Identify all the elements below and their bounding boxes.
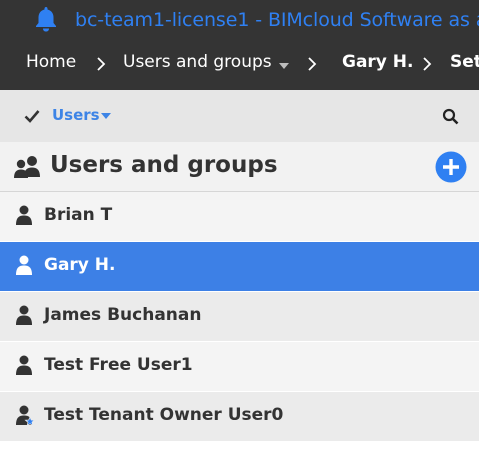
breadcrumb-home[interactable]: Home	[26, 52, 76, 72]
window-title-bar: bc-team1-license1 - BIMcloud Software as…	[0, 0, 479, 38]
caret-down-icon[interactable]	[279, 63, 289, 69]
user-name: Brian T	[44, 205, 113, 225]
caret-down-icon[interactable]	[101, 113, 111, 119]
chevron-right-icon	[423, 57, 432, 71]
chevron-right-icon	[97, 57, 106, 71]
check-icon[interactable]	[24, 109, 40, 123]
user-icon	[16, 305, 32, 325]
bell-icon[interactable]	[33, 5, 59, 33]
list-item[interactable]: Brian T	[0, 192, 479, 242]
list-item[interactable]: James Buchanan	[0, 292, 479, 342]
owner-user-icon	[16, 405, 35, 427]
plus-circle-icon[interactable]	[435, 151, 467, 183]
users-and-groups-header: Users and groups	[0, 142, 479, 192]
user-name: Test Free User1	[44, 355, 193, 375]
users-filter-dropdown[interactable]: Users	[52, 106, 100, 124]
user-name: James Buchanan	[44, 305, 202, 325]
breadcrumb-users-and-groups[interactable]: Users and groups	[123, 52, 272, 72]
window-title: bc-team1-license1 - BIMcloud Software as…	[75, 9, 479, 31]
user-icon	[16, 205, 32, 225]
list-item[interactable]: Gary H.	[0, 242, 479, 292]
list-item[interactable]: Test Tenant Owner User0	[0, 392, 479, 442]
chevron-right-icon	[308, 57, 317, 71]
breadcrumb: Home Users and groups Gary H. Set	[0, 38, 479, 90]
filter-toolbar: Users	[0, 90, 479, 142]
user-list: Brian T Gary H. James Buchanan Test Free…	[0, 192, 479, 442]
users-group-icon	[14, 156, 40, 178]
search-icon[interactable]	[442, 108, 459, 125]
page-title: Users and groups	[50, 152, 278, 178]
user-name: Gary H.	[44, 255, 116, 275]
user-icon	[16, 255, 32, 275]
list-item[interactable]: Test Free User1	[0, 342, 479, 392]
breadcrumb-user[interactable]: Gary H.	[342, 52, 414, 72]
user-icon	[16, 355, 32, 375]
user-name: Test Tenant Owner User0	[44, 405, 284, 425]
breadcrumb-settings[interactable]: Set	[450, 52, 479, 72]
